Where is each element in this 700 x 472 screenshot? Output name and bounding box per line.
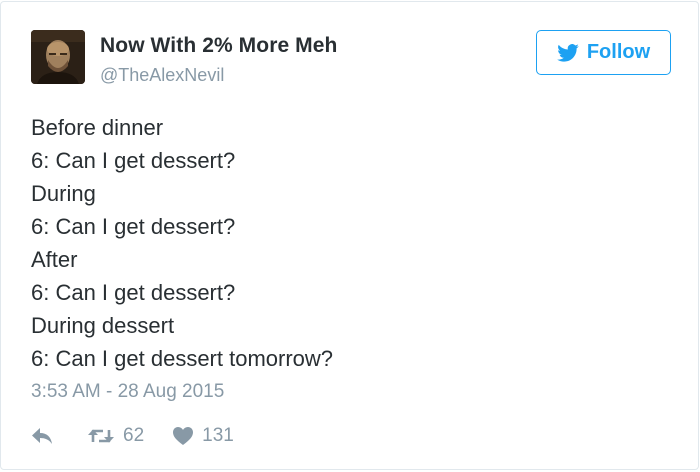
follow-button-label: Follow	[586, 41, 651, 63]
like-count: 131	[202, 425, 234, 446]
tweet-line: During	[31, 181, 96, 206]
retweet-icon	[87, 427, 115, 445]
user-handle[interactable]: @TheAlexNevil	[100, 65, 224, 86]
heart-icon	[172, 426, 194, 446]
avatar-image	[31, 30, 85, 84]
tweet-line: 6: Can I get dessert tomorrow?	[31, 346, 334, 371]
twitter-bird-icon	[557, 43, 579, 62]
tweet-timestamp[interactable]: 3:53 AM - 28 Aug 2015	[31, 381, 224, 403]
tweet-actions: 62 131	[31, 423, 234, 449]
tweet-line: 6: Can I get dessert?	[31, 214, 236, 239]
display-name[interactable]: Now With 2% More Meh	[100, 34, 337, 58]
follow-button[interactable]: Follow	[536, 30, 671, 75]
tweet-line: 6: Can I get dessert?	[31, 148, 236, 173]
retweet-count: 62	[123, 425, 145, 446]
tweet-card: Now With 2% More Meh @TheAlexNevil Follo…	[0, 1, 699, 470]
like-button[interactable]: 131	[172, 425, 234, 447]
tweet-line: After	[31, 247, 78, 272]
retweet-button[interactable]: 62	[87, 425, 144, 447]
user-avatar[interactable]	[31, 30, 85, 84]
reply-icon	[31, 427, 53, 445]
tweet-text: Before dinner 6: Can I get dessert? Duri…	[31, 111, 671, 375]
reply-button[interactable]	[31, 427, 53, 445]
tweet-line: During dessert	[31, 313, 175, 338]
tweet-line: 6: Can I get dessert?	[31, 280, 236, 305]
tweet-line: Before dinner	[31, 115, 164, 140]
